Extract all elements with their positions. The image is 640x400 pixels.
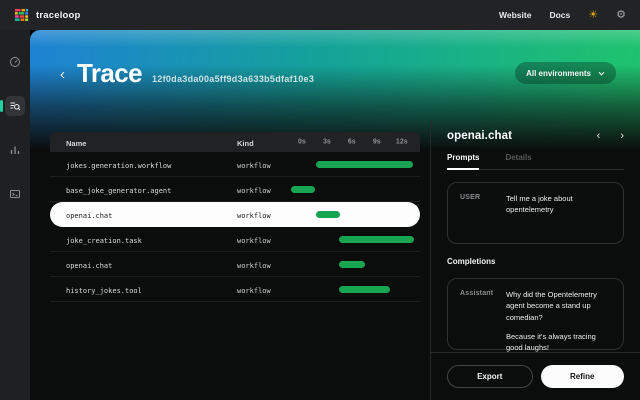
timeline-tick: 0s (298, 139, 306, 146)
table-row[interactable]: history_jokes.tool workflow (50, 277, 420, 302)
back-chevron-icon[interactable]: ‹ (60, 67, 65, 82)
table-row[interactable]: openai.chat workflow (50, 202, 420, 227)
table-row[interactable]: base_joke_generator.agent workflow (50, 177, 420, 202)
span-name: openai.chat (66, 262, 112, 270)
main-card: ‹ Trace 12f0da3da00a5ff9d3a633b5dfaf10e3… (30, 30, 640, 400)
prompt-role-label: USER (460, 193, 506, 201)
span-kind: workflow (237, 262, 271, 270)
chevron-down-icon (598, 71, 605, 76)
duration-bar (291, 186, 315, 193)
timeline-axis: 0s 3s 6s 9s 12s (285, 132, 420, 152)
detail-tabs: Prompts Details (447, 153, 624, 170)
duration-bar (316, 161, 413, 168)
span-kind: workflow (237, 212, 271, 220)
refine-button[interactable]: Refine (541, 365, 625, 388)
timeline-tick: 3s (323, 139, 331, 146)
sidebar-item-dashboard[interactable] (5, 52, 25, 72)
tab-prompts[interactable]: Prompts (447, 153, 479, 170)
duration-bar (339, 236, 414, 243)
top-bar: traceloop Website Docs ☀ ⚙ (0, 0, 640, 30)
prompt-text: Tell me a joke about opentelemetry (506, 193, 611, 216)
span-detail-panel: openai.chat ‹ › Prompts Details USER Tel… (430, 120, 640, 400)
span-name: history_jokes.tool (66, 287, 142, 295)
timeline-tick: 9s (373, 139, 381, 146)
website-link[interactable]: Website (499, 10, 531, 20)
span-name: joke_creation.task (66, 237, 142, 245)
brand[interactable]: traceloop (14, 8, 81, 23)
gear-icon[interactable]: ⚙ (616, 10, 626, 21)
prev-arrow-icon[interactable]: ‹ (597, 131, 601, 142)
tab-details[interactable]: Details (505, 153, 531, 169)
span-kind: workflow (237, 237, 271, 245)
span-name: openai.chat (66, 212, 112, 220)
span-name: base_joke_generator.agent (66, 187, 171, 195)
prompt-card: USER Tell me a joke about opentelemetry (447, 182, 624, 244)
detail-footer: Export Refine (431, 352, 640, 400)
bar-chart-icon (9, 144, 21, 156)
completion-role-label: Assistant (460, 289, 506, 297)
span-title: openai.chat (447, 130, 512, 142)
brand-name: traceloop (36, 10, 81, 21)
sidebar-item-analytics[interactable] (5, 140, 25, 160)
span-table: Name Kind 0s 3s 6s 9s 12s jokes.generati… (50, 132, 420, 302)
completions-heading: Completions (447, 257, 624, 266)
next-arrow-icon[interactable]: › (620, 131, 624, 142)
gauge-icon (9, 56, 21, 68)
environment-selector-label: All environments (526, 69, 591, 78)
sidebar-item-traces[interactable] (5, 96, 25, 116)
duration-bar (339, 286, 390, 293)
sidebar-item-console[interactable] (5, 184, 25, 204)
completion-card: Assistant Why did the Opentelemetry agen… (447, 278, 624, 350)
timeline-tick: 12s (396, 139, 408, 146)
export-button[interactable]: Export (447, 365, 533, 388)
sidebar (0, 30, 30, 400)
duration-bar (316, 211, 340, 218)
environment-selector[interactable]: All environments (515, 62, 616, 84)
terminal-icon (9, 188, 21, 200)
trace-search-icon (9, 100, 21, 112)
page-title: Trace (77, 58, 142, 89)
completion-paragraph: Because it's always tracing good laughs! (506, 331, 611, 354)
table-row[interactable]: openai.chat workflow (50, 252, 420, 277)
duration-bar (339, 261, 365, 268)
column-header-kind: Kind (237, 139, 254, 148)
column-header-name: Name (66, 139, 86, 148)
table-row[interactable]: joke_creation.task workflow (50, 227, 420, 252)
completion-paragraph: Why did the Opentelemetry agent become a… (506, 289, 611, 323)
span-kind: workflow (237, 162, 271, 170)
span-kind: workflow (237, 287, 271, 295)
span-table-body: jokes.generation.workflowworkflowbase_jo… (50, 152, 420, 302)
trace-id: 12f0da3da00a5ff9d3a633b5dfaf10e3 (152, 74, 314, 84)
span-kind: workflow (237, 187, 271, 195)
table-row[interactable]: jokes.generation.workflow workflow (50, 152, 420, 177)
timeline-tick: 6s (348, 139, 356, 146)
sun-icon[interactable]: ☀ (588, 10, 598, 21)
span-table-header: Name Kind 0s 3s 6s 9s 12s (50, 132, 420, 152)
span-name: jokes.generation.workflow (66, 162, 171, 170)
traceloop-logo-icon (14, 8, 29, 23)
docs-link[interactable]: Docs (549, 10, 570, 20)
